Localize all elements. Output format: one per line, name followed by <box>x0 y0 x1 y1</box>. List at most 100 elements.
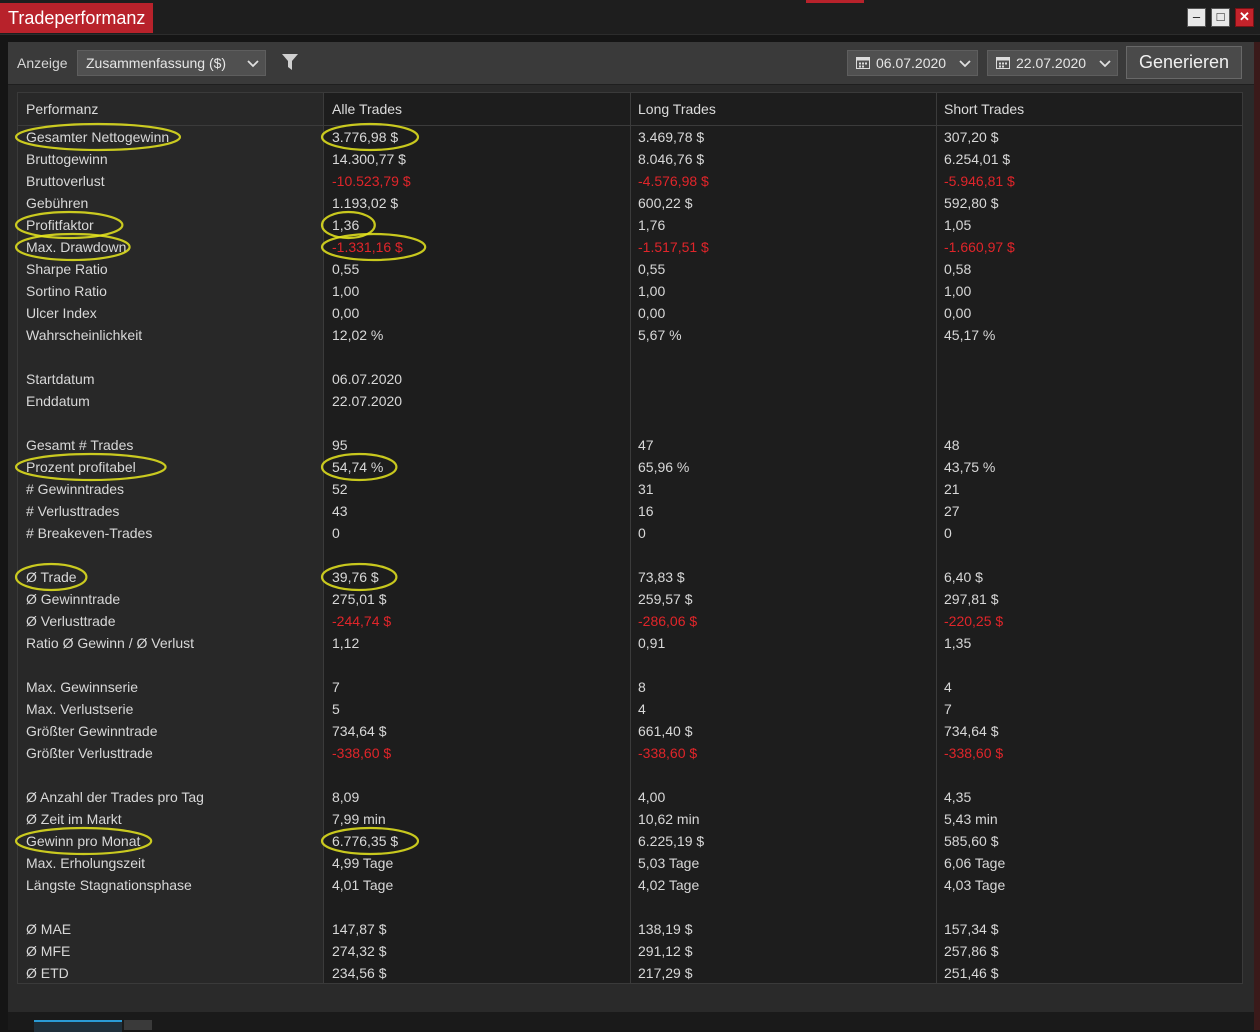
row-value-short: 1,05 <box>944 217 972 233</box>
row-value-long: -4.576,98 $ <box>638 173 709 189</box>
row-label: Ø MFE <box>26 943 71 959</box>
bottom-tab-bar <box>8 1012 1254 1030</box>
row-value-long: -286,06 $ <box>638 613 698 629</box>
row-value-long: -338,60 $ <box>638 745 698 761</box>
display-select[interactable]: Zusammenfassung ($) <box>77 50 266 76</box>
chevron-down-icon <box>247 51 259 75</box>
row-value-short: 734,64 $ <box>944 723 999 739</box>
minimize-icon[interactable]: – <box>1187 8 1206 27</box>
row-label: Ø ETD <box>26 965 69 981</box>
row-value-long: 0,55 <box>638 261 666 277</box>
bottom-tab-active[interactable] <box>34 1020 122 1032</box>
row-value-all: -10.523,79 $ <box>332 173 411 189</box>
date-to-value: 22.07.2020 <box>1016 55 1087 71</box>
row-label: Gewinn pro Monat <box>26 833 141 849</box>
row-label: Längste Stagnationsphase <box>26 877 192 893</box>
column-header-performanz[interactable]: Performanz <box>26 98 98 120</box>
row-label: Gesamt # Trades <box>26 437 134 453</box>
row-value-short: 21 <box>944 481 960 497</box>
maximize-icon[interactable]: □ <box>1211 8 1230 27</box>
row-value-short: -1.660,97 $ <box>944 239 1015 255</box>
row-value-all: 43 <box>332 503 348 519</box>
column-header-long-trades[interactable]: Long Trades <box>638 98 716 120</box>
column-divider <box>936 93 937 983</box>
row-value-long: 661,40 $ <box>638 723 693 739</box>
row-value-all: 8,09 <box>332 789 360 805</box>
row-value-short: 585,60 $ <box>944 833 999 849</box>
header-divider[interactable] <box>18 125 1242 126</box>
row-value-all: 0,55 <box>332 261 360 277</box>
row-value-long: 0 <box>638 525 646 541</box>
row-label: Ø Verlusttrade <box>26 613 116 629</box>
row-value-short: 0,00 <box>944 305 972 321</box>
filter-icon[interactable] <box>281 52 299 77</box>
row-value-short: 6.254,01 $ <box>944 151 1011 167</box>
row-value-all: 274,32 $ <box>332 943 387 959</box>
row-value-all: 234,56 $ <box>332 965 387 981</box>
row-label: # Verlusttrades <box>26 503 120 519</box>
row-value-all: -1.331,16 $ <box>332 239 403 255</box>
row-value-short: 27 <box>944 503 960 519</box>
close-icon[interactable]: ✕ <box>1235 8 1254 27</box>
row-value-short: 157,34 $ <box>944 921 999 937</box>
row-value-all: 1,36 <box>332 217 360 233</box>
row-value-short: 4 <box>944 679 952 695</box>
row-value-long: 5,67 % <box>638 327 682 343</box>
row-value-short: 592,80 $ <box>944 195 999 211</box>
row-value-long: 4 <box>638 701 646 717</box>
row-value-all: -244,74 $ <box>332 613 392 629</box>
calendar-icon <box>996 52 1010 76</box>
row-value-short: 1,00 <box>944 283 972 299</box>
row-value-all: 275,01 $ <box>332 591 387 607</box>
row-value-short: 307,20 $ <box>944 129 999 145</box>
row-value-long: 16 <box>638 503 654 519</box>
column-divider <box>323 93 324 983</box>
row-value-all: 7 <box>332 679 340 695</box>
row-label: Ø Anzahl der Trades pro Tag <box>26 789 204 805</box>
chevron-down-icon <box>1099 51 1111 75</box>
row-value-short: 4,35 <box>944 789 972 805</box>
row-value-long: 4,00 <box>638 789 666 805</box>
row-value-short: 251,46 $ <box>944 965 999 981</box>
row-value-all: 0,00 <box>332 305 360 321</box>
row-value-all: 3.776,98 $ <box>332 129 399 145</box>
row-value-short: -338,60 $ <box>944 745 1004 761</box>
row-value-long: 291,12 $ <box>638 943 693 959</box>
row-label: Ratio Ø Gewinn / Ø Verlust <box>26 635 195 651</box>
row-label: Bruttogewinn <box>26 151 108 167</box>
row-value-long: 65,96 % <box>638 459 690 475</box>
bottom-tab[interactable] <box>124 1020 152 1030</box>
row-value-short: 0 <box>944 525 952 541</box>
generate-button[interactable]: Generieren <box>1126 46 1242 79</box>
display-select-value: Zusammenfassung ($) <box>86 55 227 71</box>
window-titlebar <box>0 0 1260 35</box>
row-value-all: 54,74 % <box>332 459 384 475</box>
row-value-long: 8.046,76 $ <box>638 151 705 167</box>
row-label: Ulcer Index <box>26 305 97 321</box>
row-value-long: 0,00 <box>638 305 666 321</box>
row-value-short: 48 <box>944 437 960 453</box>
row-value-short: 7 <box>944 701 952 717</box>
calendar-icon <box>856 52 870 76</box>
row-value-all: 734,64 $ <box>332 723 387 739</box>
date-from-picker[interactable]: 06.07.2020 <box>847 50 978 76</box>
row-value-long: 217,29 $ <box>638 965 693 981</box>
row-label: Größter Verlusttrade <box>26 745 153 761</box>
date-to-picker[interactable]: 22.07.2020 <box>987 50 1118 76</box>
date-from-value: 06.07.2020 <box>876 55 947 71</box>
display-label: Anzeige <box>17 55 68 71</box>
row-value-all: 95 <box>332 437 348 453</box>
row-value-all: 1.193,02 $ <box>332 195 399 211</box>
row-value-all: 06.07.2020 <box>332 371 403 387</box>
row-value-all: 5 <box>332 701 340 717</box>
row-value-all: 1,00 <box>332 283 360 299</box>
column-header-short-trades[interactable]: Short Trades <box>944 98 1024 120</box>
row-value-short: 0,58 <box>944 261 972 277</box>
row-value-long: 600,22 $ <box>638 195 693 211</box>
row-value-long: 5,03 Tage <box>638 855 700 871</box>
row-value-long: 10,62 min <box>638 811 700 827</box>
row-value-all: 6.776,35 $ <box>332 833 399 849</box>
column-header-alle-trades[interactable]: Alle Trades <box>332 98 402 120</box>
row-label: Größter Gewinntrade <box>26 723 158 739</box>
row-value-short: 257,86 $ <box>944 943 999 959</box>
